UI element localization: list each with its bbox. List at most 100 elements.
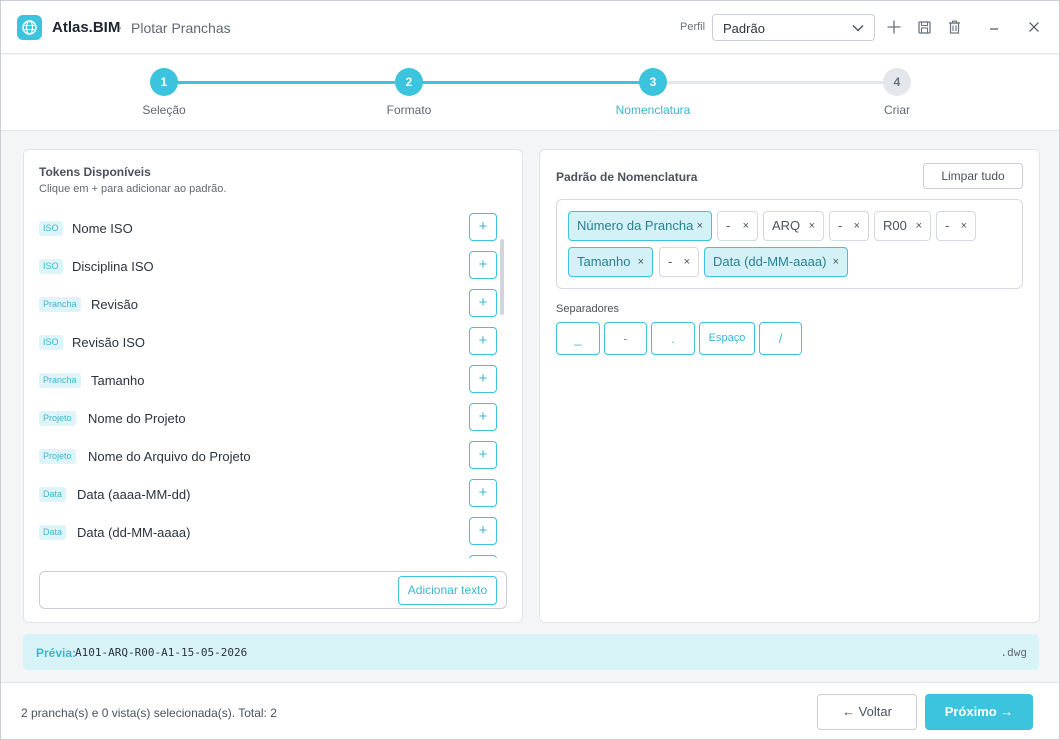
custom-text-input[interactable]: Adicionar texto (39, 571, 507, 609)
remove-chip-icon[interactable]: × (916, 212, 922, 240)
remove-chip-icon[interactable]: × (809, 212, 815, 240)
token-name: Disciplina ISO (72, 259, 154, 274)
remove-chip-icon[interactable]: × (833, 248, 839, 276)
step-connector (422, 81, 640, 84)
token-row: Projeto Nome do Projeto + (39, 403, 499, 431)
step-connector (177, 81, 395, 84)
token-row (39, 555, 499, 558)
remove-chip-icon[interactable]: × (854, 212, 860, 240)
title-separator: · (118, 19, 123, 35)
tokens-panel-title: Tokens Disponíveis (39, 165, 151, 179)
step-4-label: Criar (884, 103, 910, 117)
chip-label: R00 (883, 218, 907, 233)
add-text-button[interactable]: Adicionar texto (398, 576, 497, 605)
minimize-icon[interactable] (985, 18, 1003, 36)
token-tag: Data (39, 487, 67, 502)
selection-status: 2 prancha(s) e 0 vista(s) selecionada(s)… (21, 706, 277, 720)
add-token-button[interactable]: + (469, 479, 497, 507)
pattern-chip[interactable]: Número da Prancha × (568, 211, 712, 241)
pattern-chip[interactable]: ARQ × (763, 211, 824, 241)
remove-chip-icon[interactable]: × (961, 212, 967, 240)
remove-chip-icon[interactable]: × (684, 248, 690, 276)
clear-all-button[interactable]: Limpar tudo (923, 163, 1023, 189)
pattern-chip[interactable]: - × (659, 247, 699, 277)
chip-label: - (945, 218, 950, 233)
add-token-button[interactable]: + (469, 441, 497, 469)
token-row: Data Data (aaaa-MM-dd) + (39, 479, 499, 507)
token-tag: ISO (39, 259, 63, 274)
footer-bar: 2 prancha(s) e 0 vista(s) selecionada(s)… (1, 682, 1059, 739)
pattern-chip[interactable]: Tamanho × (568, 247, 653, 277)
add-token-button[interactable] (469, 555, 497, 558)
pattern-chip[interactable]: - × (936, 211, 976, 241)
step-3-label: Nomenclatura (615, 103, 691, 117)
token-list-scrollbar[interactable] (500, 239, 504, 315)
trash-icon[interactable] (945, 18, 963, 36)
add-token-button[interactable]: + (469, 251, 497, 279)
app-name: Atlas.BIM (52, 19, 121, 36)
add-token-button[interactable]: + (469, 327, 497, 355)
separator-slash-button[interactable]: / (759, 322, 802, 355)
token-name: Nome ISO (72, 221, 133, 236)
close-icon[interactable] (1025, 18, 1043, 36)
token-tag: ISO (39, 335, 63, 350)
token-tag: Prancha (39, 297, 81, 312)
pattern-chip[interactable]: - × (717, 211, 758, 241)
token-row: Prancha Revisão + (39, 289, 499, 317)
next-button[interactable]: Próximo → (925, 694, 1033, 730)
add-token-button[interactable]: + (469, 213, 497, 241)
token-name: Nome do Arquivo do Projeto (88, 449, 251, 464)
step-4-circle[interactable]: 4 (883, 68, 911, 96)
chevron-down-icon (851, 21, 865, 40)
token-row: Projeto Nome do Arquivo do Projeto + (39, 441, 499, 469)
plus-icon[interactable] (885, 18, 903, 36)
token-row: ISO Disciplina ISO + (39, 251, 499, 279)
add-token-button[interactable]: + (469, 289, 497, 317)
profile-select[interactable]: Padrão (712, 14, 875, 41)
token-tag: Data (39, 525, 67, 540)
token-name: Tamanho (91, 373, 145, 388)
title-bar: Atlas.BIM · Plotar Pranchas Perfil Padrã… (1, 1, 1059, 54)
filename-preview: Prévia: A101-ARQ-R00-A1-15-05-2026 .dwg (23, 634, 1039, 670)
separator-dot-button[interactable]: . (651, 322, 695, 355)
wizard-stepper: 1 Seleção 2 Formato 3 Nomenclatura 4 Cri… (1, 55, 1059, 131)
remove-chip-icon[interactable]: × (697, 212, 703, 240)
back-button[interactable]: ← Voltar (817, 694, 917, 730)
step-1-circle[interactable]: 1 (150, 68, 178, 96)
token-name: Revisão ISO (72, 335, 145, 350)
preview-label: Prévia: (36, 646, 77, 660)
token-row: ISO Revisão ISO + (39, 327, 499, 355)
add-token-button[interactable]: + (469, 365, 497, 393)
separator-dash-button[interactable]: - (604, 322, 647, 355)
separator-space-button[interactable]: Espaço (699, 322, 755, 355)
token-tag: Projeto (39, 449, 76, 464)
token-name: Data (aaaa-MM-dd) (77, 487, 191, 502)
pattern-panel-title: Padrão de Nomenclatura (556, 170, 698, 184)
save-icon[interactable] (915, 18, 933, 36)
chip-label: Data (dd-MM-aaaa) (713, 254, 827, 269)
preview-extension: .dwg (1000, 646, 1028, 659)
app-window: Atlas.BIM · Plotar Pranchas Perfil Padrã… (0, 0, 1060, 740)
remove-chip-icon[interactable]: × (743, 212, 749, 240)
globe-icon (17, 15, 42, 40)
add-token-button[interactable]: + (469, 403, 497, 431)
step-2-circle[interactable]: 2 (395, 68, 423, 96)
add-token-button[interactable]: + (469, 517, 497, 545)
chip-label: Tamanho (577, 254, 631, 269)
separator-underscore-button[interactable]: _ (556, 322, 600, 355)
remove-chip-icon[interactable]: × (638, 248, 644, 276)
token-row: Prancha Tamanho + (39, 365, 499, 393)
pattern-chip[interactable]: R00 × (874, 211, 931, 241)
token-list: ISO Nome ISO + ISO Disciplina ISO + Pran… (23, 206, 513, 558)
preview-value: A101-ARQ-R00-A1-15-05-2026 (75, 646, 248, 659)
chip-label: - (668, 254, 673, 269)
chip-label: - (726, 218, 731, 233)
chip-label: Número da Prancha (577, 218, 694, 233)
token-name: Data (dd-MM-aaaa) (77, 525, 191, 540)
pattern-chip[interactable]: - × (829, 211, 869, 241)
token-name: Nome do Projeto (88, 411, 186, 426)
step-3-circle[interactable]: 3 (639, 68, 667, 96)
step-connector (667, 81, 884, 84)
pattern-chip[interactable]: Data (dd-MM-aaaa) × (704, 247, 848, 277)
token-row: ISO Nome ISO + (39, 213, 499, 241)
